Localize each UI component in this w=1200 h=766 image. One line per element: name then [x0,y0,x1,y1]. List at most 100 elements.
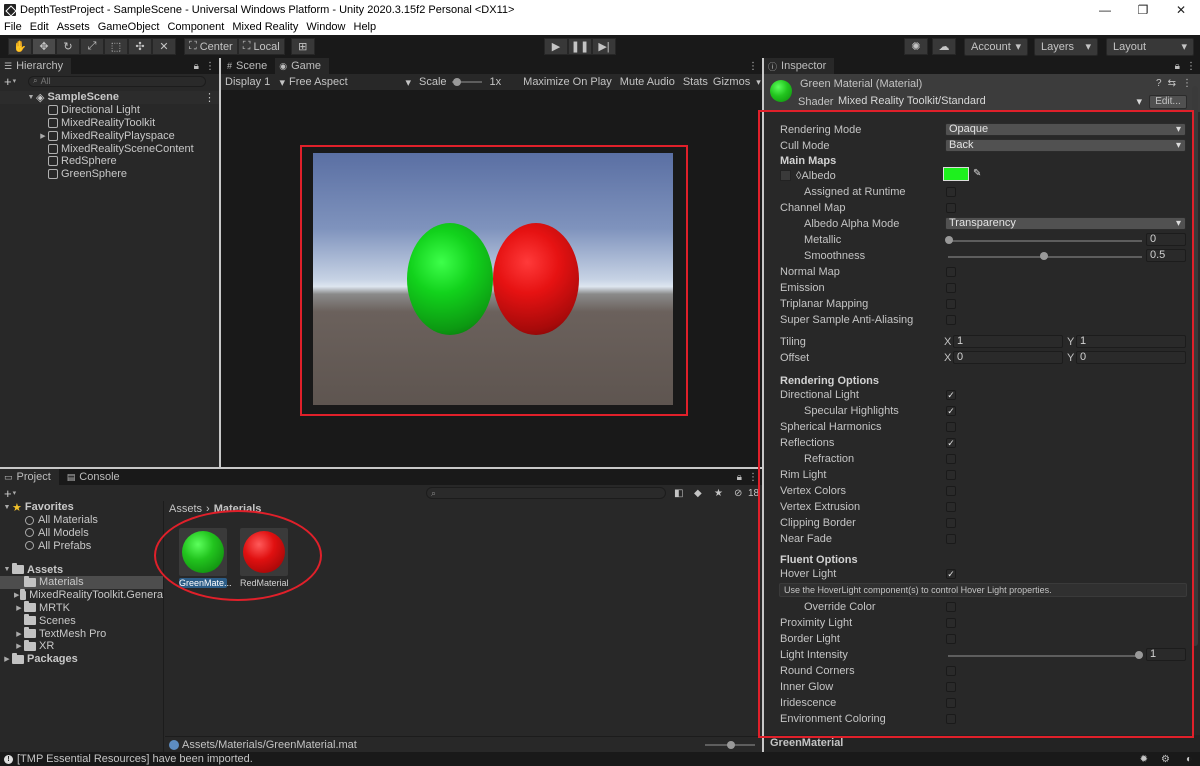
favorite-item[interactable]: All Models [0,527,163,540]
rect-tool-icon[interactable]: ⬚ [104,38,128,55]
hierarchy-item[interactable]: MixedRealitySceneContent [0,142,219,155]
debug-icon[interactable]: ✹ [1140,754,1148,765]
filter-type-icon[interactable]: ◧ [674,488,683,499]
lock-icon[interactable]: 🔒︎ [194,61,199,72]
layers-dropdown[interactable]: Layers ▾ [1034,37,1098,56]
stats-toggle[interactable]: Stats [683,76,708,88]
kebab-menu-icon[interactable]: ⋮ [1182,78,1192,89]
hidden-eye-icon[interactable]: ⊘ [734,488,742,499]
add-plus-icon[interactable]: + [4,74,12,89]
expand-arrow-icon[interactable]: ▶ [14,604,24,612]
kebab-menu-icon[interactable]: ⋮ [748,61,758,72]
folder-item[interactable]: ▶ MixedRealityToolkit.Genera [0,588,163,602]
menu-component[interactable]: Component [167,21,224,33]
restore-button[interactable]: ❐ [1124,3,1162,17]
expand-arrow-icon[interactable]: ▶ [14,591,20,599]
tab-project[interactable]: ▭ Project [0,469,59,485]
expand-arrow-icon[interactable]: ▶ [2,655,12,663]
pivot-center-button[interactable]: ⛶ Center [184,38,238,55]
kebab-menu-icon[interactable]: ⋮ [1186,61,1196,72]
favorite-star-icon[interactable]: ★ [714,488,723,499]
mute-audio-toggle[interactable]: Mute Audio [620,76,675,88]
kebab-menu-icon[interactable]: ⋮ [204,91,215,104]
gizmos-toggle[interactable]: Gizmos [713,76,750,88]
slider-knob[interactable] [727,740,735,749]
scene-root[interactable]: ▼ ◈ SampleScene ⋮ [0,91,219,104]
menu-gameobject[interactable]: GameObject [98,21,160,33]
packages-root[interactable]: ▶ Packages [0,652,163,666]
favorite-item[interactable]: All Prefabs [0,539,163,552]
help-icon[interactable]: ? [1156,78,1162,89]
tab-hierarchy[interactable]: ☰ Hierarchy [0,58,72,74]
favorites-root[interactable]: ▼ ★ Favorites [0,501,163,514]
play-button[interactable]: ▶ [544,38,568,55]
hierarchy-item[interactable]: RedSphere [0,155,219,168]
hierarchy-item[interactable]: GreenSphere [0,168,219,181]
hierarchy-item[interactable]: MixedRealityToolkit [0,117,219,130]
grid-snap-icon[interactable]: ⊞ [290,38,315,55]
filter-label-icon[interactable]: ◆ [694,488,702,499]
tab-game[interactable]: ◉ Game [275,58,330,74]
tab-inspector[interactable]: ⓘ Inspector [764,58,835,74]
menu-help[interactable]: Help [354,21,377,33]
aspect-dropdown[interactable]: Free Aspect ▾ [289,76,411,89]
expand-arrow-icon[interactable]: ▶ [14,630,24,638]
shader-edit-button[interactable]: Edit... [1149,95,1187,109]
hand-tool-icon[interactable]: ✋ [8,38,32,55]
rotate-tool-icon[interactable]: ↻ [56,38,80,55]
bug-icon[interactable]: ⚙ [1161,754,1170,765]
menu-assets[interactable]: Assets [57,21,90,33]
transform-tool-icon[interactable]: ✣ [128,38,152,55]
expand-arrow-icon[interactable]: ▼ [2,504,12,511]
pivot-local-button[interactable]: ⛶ Local [237,38,285,55]
breadcrumb-root[interactable]: Assets [169,503,202,515]
chevron-down-icon[interactable]: ▾ [756,77,761,88]
pause-button[interactable]: ❚❚ [568,38,592,55]
folder-item[interactable]: ▶ XR [0,639,163,653]
shader-dropdown[interactable]: Mixed Reality Toolkit/Standard ▾ [838,95,1144,108]
preset-icon[interactable]: ⇆ [1168,78,1176,89]
auto-generate-icon[interactable]: ◐ [1186,754,1192,765]
display-dropdown[interactable]: Display 1 ▾ [225,76,285,89]
hierarchy-search-input[interactable]: ⌕ All [28,75,207,87]
expand-arrow-icon[interactable]: ▼ [2,566,12,573]
maximize-on-play-toggle[interactable]: Maximize On Play [523,76,612,88]
lock-icon[interactable]: 🔒︎ [1175,61,1180,72]
move-tool-icon[interactable]: ✥ [32,38,56,55]
folder-item-materials[interactable]: Materials [0,575,163,589]
hierarchy-item[interactable]: Directional Light [0,104,219,117]
expand-arrow-icon[interactable]: ▶ [14,642,24,650]
close-button[interactable]: ✕ [1162,3,1200,17]
step-button[interactable]: ▶| [592,38,616,55]
tab-scene[interactable]: # Scene [221,58,276,74]
tab-console[interactable]: ▤ Console [58,469,128,485]
layout-dropdown[interactable]: Layout ▾ [1106,37,1194,56]
collab-icon[interactable]: ✺ [904,38,928,55]
pivot-local-label: Local [253,40,280,53]
project-search-input[interactable]: ⌕ [426,487,666,499]
menu-file[interactable]: File [4,21,22,33]
slider-knob[interactable] [452,78,461,86]
scale-slider[interactable] [451,77,482,87]
kebab-menu-icon[interactable]: ⋮ [748,472,758,483]
folder-item[interactable]: ▶ MRTK [0,601,163,615]
menu-window[interactable]: Window [306,21,345,33]
lock-icon[interactable]: 🔒︎ [737,472,742,483]
menu-mixed-reality[interactable]: Mixed Reality [232,21,298,33]
folder-item[interactable]: Scenes [0,614,163,627]
assets-root[interactable]: ▼ Assets [0,563,163,576]
account-dropdown[interactable]: Account ▾ [964,37,1028,56]
expand-arrow-icon[interactable]: ▶ [38,132,48,140]
menu-edit[interactable]: Edit [30,21,49,33]
favorite-item[interactable]: All Materials [0,514,163,527]
custom-tool-icon[interactable]: ✕ [152,38,176,55]
kebab-menu-icon[interactable]: ⋮ [205,61,215,72]
hierarchy-item[interactable]: ▶ MixedRealityPlayspace [0,129,219,142]
cloud-icon[interactable]: ☁ [932,38,956,55]
scale-tool-icon[interactable]: ⤢ [80,38,104,55]
expand-arrow-icon[interactable]: ▼ [26,94,36,101]
folder-item[interactable]: ▶ TextMesh Pro [0,627,163,640]
status-message[interactable]: [TMP Essential Resources] have been impo… [17,753,253,765]
minimize-button[interactable]: — [1086,3,1124,17]
add-plus-icon[interactable]: + [4,486,12,501]
